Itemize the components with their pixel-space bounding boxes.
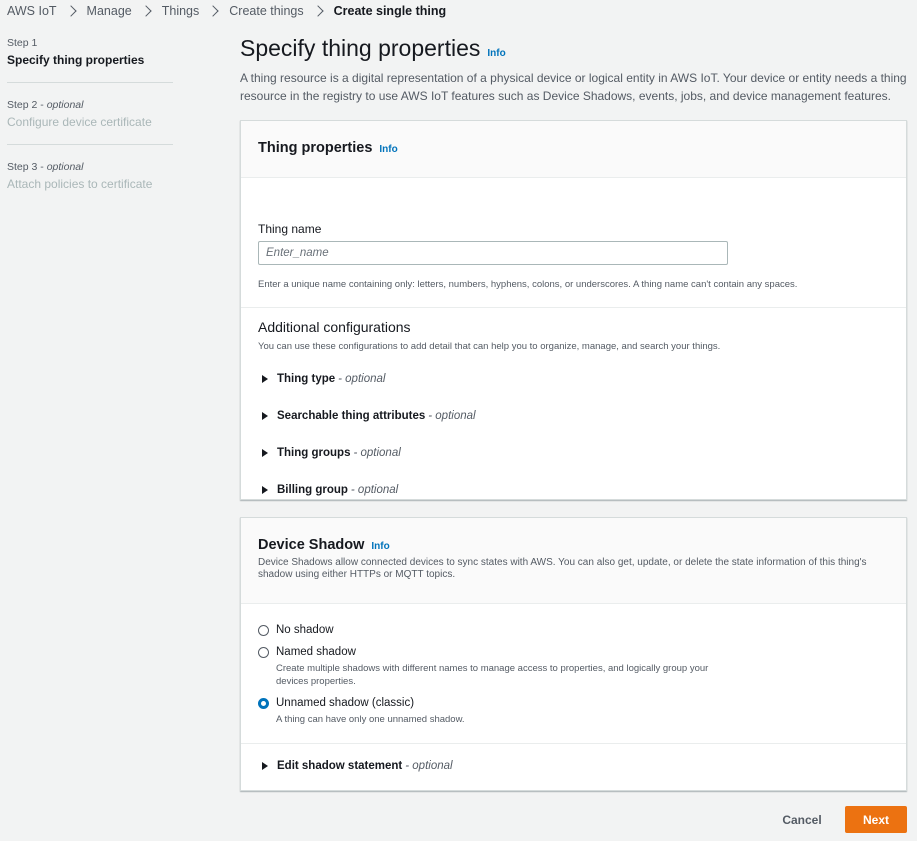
radio-named-shadow[interactable]: Named shadow Create multiple shadows wit… xyxy=(258,645,726,688)
expander-optional: - optional xyxy=(338,373,386,385)
radio-label: Named shadow xyxy=(276,646,356,658)
breadcrumb-things[interactable]: Things xyxy=(162,4,200,18)
caret-right-icon xyxy=(262,486,268,494)
radio-button-selected[interactable] xyxy=(258,698,269,709)
breadcrumb: AWS IoT Manage Things Create things Crea… xyxy=(7,3,446,19)
caret-right-icon xyxy=(262,762,268,770)
panel-title: Device Shadow Info xyxy=(258,537,889,553)
breadcrumb-current: Create single thing xyxy=(333,4,447,18)
step-number: Step 3 - optional xyxy=(7,161,84,173)
expander-searchable-attributes[interactable]: Searchable thing attributes - optional xyxy=(262,410,476,422)
expander-thing-type[interactable]: Thing type - optional xyxy=(262,373,385,385)
chevron-right-icon xyxy=(311,5,324,17)
expander-optional: - optional xyxy=(353,447,401,459)
wizard-step-1: Step 1 Specify thing properties xyxy=(7,37,173,83)
expander-label: Thing type xyxy=(277,373,336,385)
page-description: A thing resource is a digital representa… xyxy=(240,71,907,103)
radio-description: A thing can have only one unnamed shadow… xyxy=(276,714,465,725)
caret-right-icon xyxy=(262,412,268,420)
radio-no-shadow[interactable]: No shadow xyxy=(258,623,334,638)
expander-optional: - optional xyxy=(428,410,476,422)
radio-label: Unnamed shadow (classic) xyxy=(276,697,415,709)
cancel-button[interactable]: Cancel xyxy=(769,806,835,833)
panel-title: Thing properties Info xyxy=(258,140,889,156)
thing-name-hint: Enter a unique name containing only: let… xyxy=(258,279,798,290)
breadcrumb-aws-iot[interactable]: AWS IoT xyxy=(7,4,57,18)
panel-header: Thing properties Info xyxy=(241,121,906,178)
page-title: Specify thing properties Info xyxy=(240,35,907,67)
panel-title-text: Thing properties xyxy=(258,140,373,156)
expander-label: Searchable thing attributes xyxy=(277,410,426,422)
radio-label: No shadow xyxy=(276,624,334,636)
caret-right-icon xyxy=(262,449,268,457)
panel-description: Device Shadows allow connected devices t… xyxy=(258,557,867,580)
expander-optional: - optional xyxy=(350,484,399,496)
info-link[interactable]: Info xyxy=(487,48,505,59)
thing-name-label: Thing name xyxy=(258,222,322,236)
panel-title-text: Device Shadow xyxy=(258,537,365,553)
chevron-right-icon xyxy=(140,5,152,17)
page-title-text: Specify thing properties xyxy=(240,35,481,61)
additional-configurations-title: Additional configurations xyxy=(258,319,411,335)
step-optional-label: optional xyxy=(46,99,84,111)
next-button[interactable]: Next xyxy=(845,806,907,833)
device-shadow-panel: Device Shadow Info Device Shadows allow … xyxy=(240,517,907,791)
step-title: Specify thing properties xyxy=(7,53,145,67)
wizard-step-3: Step 3 - optional Attach policies to cer… xyxy=(7,161,173,206)
wizard-step-2: Step 2 - optional Configure device certi… xyxy=(7,99,173,145)
expander-label: Edit shadow statement xyxy=(277,760,403,772)
thing-name-input[interactable] xyxy=(258,241,728,265)
chevron-right-icon xyxy=(64,5,77,17)
step-number: Step 1 xyxy=(7,37,38,49)
expander-billing-group[interactable]: Billing group - optional xyxy=(262,484,398,496)
expander-label: Billing group xyxy=(277,484,348,496)
step-optional-label: optional xyxy=(46,161,84,173)
breadcrumb-manage[interactable]: Manage xyxy=(87,4,132,18)
expander-thing-groups[interactable]: Thing groups - optional xyxy=(262,447,401,459)
expander-optional: - optional xyxy=(405,760,453,772)
panel-header: Device Shadow Info Device Shadows allow … xyxy=(241,518,906,604)
breadcrumb-create-things[interactable]: Create things xyxy=(229,4,303,18)
info-link[interactable]: Info xyxy=(379,144,397,155)
thing-properties-panel: Thing properties Info Thing name Enter a… xyxy=(240,120,907,500)
radio-button[interactable] xyxy=(258,625,269,636)
wizard-steps: Step 1 Specify thing properties Step 2 -… xyxy=(7,37,173,222)
step-number: Step 2 - optional xyxy=(7,99,84,111)
chevron-right-icon xyxy=(207,5,219,17)
radio-unnamed-shadow[interactable]: Unnamed shadow (classic) A thing can hav… xyxy=(258,696,465,726)
divider xyxy=(241,743,906,744)
expander-label: Thing groups xyxy=(277,447,351,459)
caret-right-icon xyxy=(262,375,268,383)
additional-configurations-desc: You can use these configurations to add … xyxy=(258,341,721,352)
divider xyxy=(241,307,906,308)
radio-button[interactable] xyxy=(258,647,269,658)
main-content: Specify thing properties Info A thing re… xyxy=(240,35,907,791)
info-link[interactable]: Info xyxy=(371,541,389,552)
expander-edit-shadow-statement[interactable]: Edit shadow statement - optional xyxy=(262,760,453,772)
step-title: Attach policies to certificate xyxy=(7,177,153,191)
radio-description: Create multiple shadows with different n… xyxy=(276,663,709,687)
step-title: Configure device certificate xyxy=(7,115,152,129)
